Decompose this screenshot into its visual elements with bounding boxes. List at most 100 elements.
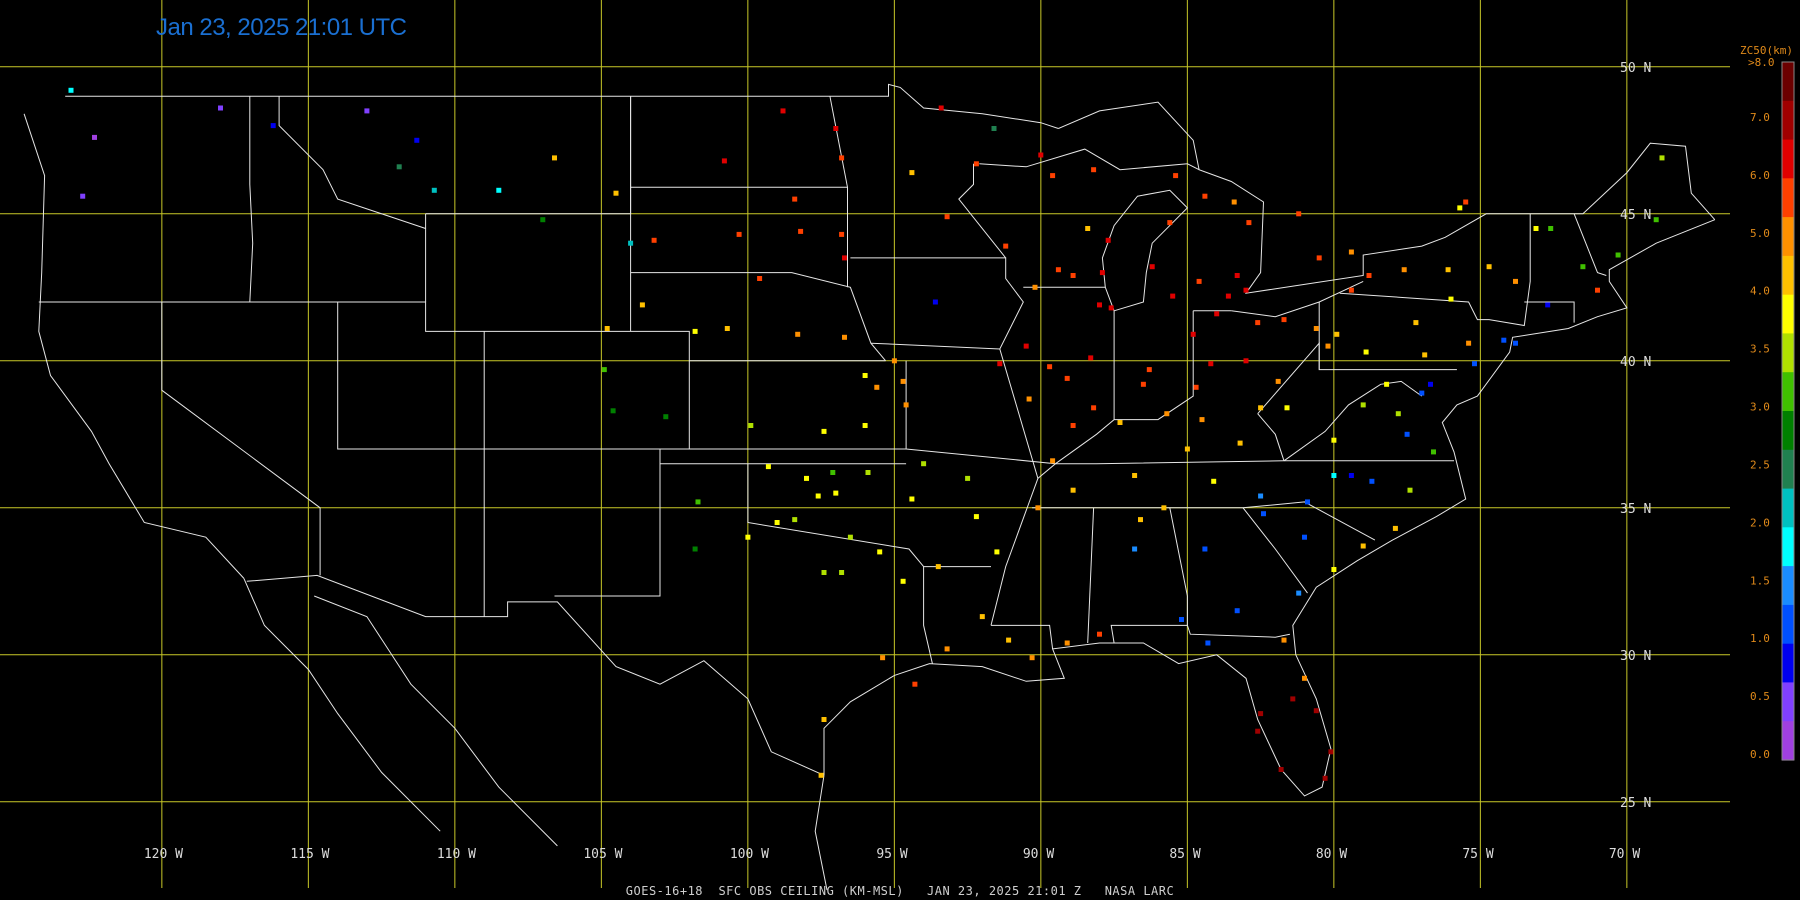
station-marker — [1445, 267, 1451, 273]
station-marker — [745, 534, 751, 540]
legend-label: 5.0 — [1750, 227, 1770, 240]
legend-swatch — [1782, 139, 1794, 179]
station-marker — [1179, 617, 1184, 622]
lon-label: 110 W — [437, 847, 476, 862]
station-marker — [1466, 340, 1472, 346]
legend-label: 0.5 — [1750, 690, 1770, 703]
station-marker — [839, 231, 845, 237]
legend-swatch — [1782, 682, 1794, 722]
station-marker — [1659, 155, 1665, 161]
station-marker — [1281, 317, 1287, 323]
station-marker — [1363, 349, 1369, 355]
station-marker — [692, 328, 698, 334]
station-marker — [903, 402, 909, 408]
boundary-line — [246, 574, 825, 776]
station-marker — [792, 517, 798, 523]
station-marker — [218, 105, 223, 111]
station-marker — [795, 331, 801, 337]
station-marker — [663, 414, 669, 420]
station-marker — [1395, 411, 1401, 417]
station-marker — [994, 549, 1000, 555]
station-marker — [1023, 343, 1029, 349]
station-marker — [724, 326, 730, 331]
boundary-line — [1283, 380, 1423, 462]
boundary-line — [829, 96, 848, 188]
station-marker — [1132, 473, 1138, 478]
lat-label: 40 N — [1620, 355, 1651, 370]
station-marker — [774, 520, 780, 525]
station-marker — [1035, 505, 1041, 511]
station-marker — [748, 423, 754, 428]
station-marker — [818, 772, 824, 778]
station-marker — [1325, 343, 1331, 349]
legend-label: 2.0 — [1750, 516, 1770, 529]
station-marker — [540, 217, 546, 223]
station-marker — [80, 193, 86, 199]
station-marker — [1281, 637, 1287, 643]
station-marker — [1313, 708, 1319, 714]
station-marker — [1513, 278, 1518, 284]
station-marker — [1208, 361, 1214, 367]
station-marker — [1348, 249, 1354, 255]
station-marker — [628, 240, 634, 246]
station-marker — [1050, 458, 1056, 464]
station-marker — [877, 549, 883, 555]
station-marker — [552, 155, 557, 161]
station-marker — [1258, 405, 1264, 411]
legend-swatch — [1782, 372, 1794, 412]
station-marker — [604, 326, 610, 331]
station-marker — [1225, 293, 1231, 299]
station-marker — [1234, 608, 1240, 614]
station-marker — [839, 155, 845, 161]
boundary-line — [1055, 460, 1454, 465]
station-marker — [1246, 220, 1252, 226]
boundary-line — [1257, 413, 1285, 461]
lon-label: 120 W — [144, 847, 183, 862]
station-marker — [1117, 420, 1123, 425]
boundary-line — [161, 302, 321, 576]
station-marker — [1050, 173, 1056, 179]
station-marker — [979, 614, 985, 620]
boundary-line — [747, 463, 933, 664]
station-marker — [1167, 220, 1173, 226]
legend-swatch — [1782, 643, 1794, 684]
legend-label: 3.0 — [1750, 401, 1770, 414]
station-marker — [1401, 267, 1407, 273]
boundary-line — [958, 163, 1007, 259]
station-marker — [1275, 378, 1281, 384]
station-marker — [1138, 517, 1143, 523]
legend-label: 6.0 — [1750, 169, 1770, 182]
station-marker — [1173, 173, 1179, 179]
legend-swatch — [1782, 488, 1794, 528]
station-marker — [721, 158, 727, 164]
station-marker — [833, 490, 839, 496]
boundary-line — [554, 449, 661, 597]
station-marker — [1360, 543, 1366, 549]
lon-label: 75 W — [1462, 847, 1493, 862]
station-marker — [1316, 255, 1322, 261]
station-marker — [1366, 273, 1372, 278]
station-marker — [900, 378, 906, 384]
station-marker — [1099, 270, 1105, 276]
station-marker — [1132, 546, 1138, 552]
station-marker — [692, 546, 698, 552]
lat-label: 50 N — [1620, 61, 1651, 76]
station-marker — [909, 496, 915, 502]
station-marker — [1284, 405, 1290, 411]
station-marker — [973, 161, 979, 167]
station-marker — [1448, 296, 1454, 302]
legend-swatch — [1782, 255, 1794, 296]
station-marker — [1205, 640, 1211, 646]
station-marker — [1255, 728, 1261, 734]
station-marker — [1029, 655, 1035, 661]
lat-label: 30 N — [1620, 649, 1651, 664]
station-marker — [821, 570, 827, 575]
station-marker — [613, 190, 619, 196]
legend-top-label: >8.0 — [1748, 56, 1775, 69]
station-marker — [1501, 337, 1507, 343]
boundary-line — [1186, 625, 1291, 638]
station-marker — [1580, 264, 1586, 270]
lat-label: 25 N — [1620, 796, 1651, 811]
station-marker — [1548, 226, 1554, 231]
boundary-line — [314, 595, 558, 847]
